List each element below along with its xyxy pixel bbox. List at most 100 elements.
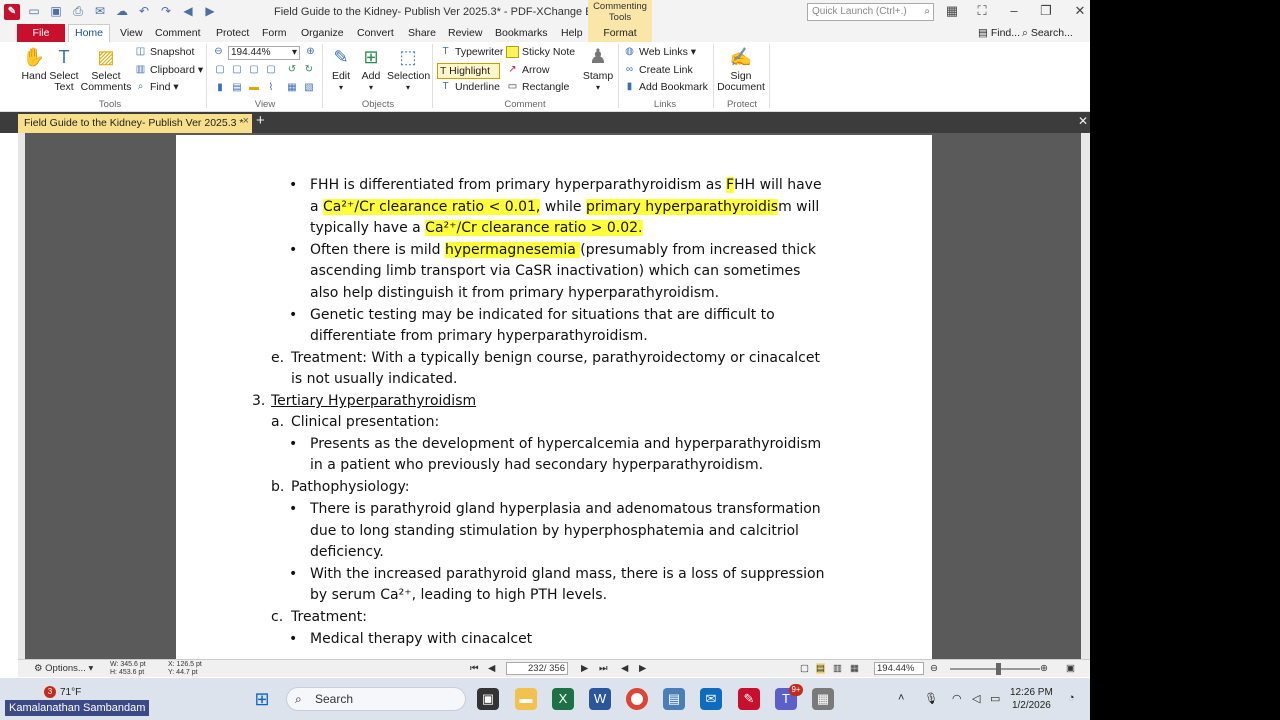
stamp-button[interactable]: ♟ Stamp ▾ [582,45,614,93]
selection-button[interactable]: ⬚ Selection ▾ [387,45,430,93]
edit-button[interactable]: ✎ Edit ▾ [326,45,356,93]
tab-form[interactable]: Form [262,27,287,39]
zoom-out-icon[interactable]: ⊖ [212,46,228,58]
excel-icon[interactable]: X [552,688,574,710]
pdf-xchange-taskbar-icon[interactable]: ✎ [738,688,760,710]
actual-size-icon[interactable]: ▢ [214,64,226,76]
highlight-button[interactable]: T Highlight [437,63,500,79]
next-view-icon[interactable]: ▶ [639,663,646,674]
highlight-annotation[interactable]: F [726,177,735,193]
clock[interactable]: 12:26 PM 1/2/2026 [1010,686,1053,712]
document-tab[interactable]: Field Guide to the Kidney- Publish Ver 2… [18,114,252,133]
select-comments-button[interactable]: ▨ Select Comments [80,45,132,93]
word-icon[interactable]: W [589,688,611,710]
two-pages-icon[interactable]: ▥ [833,663,842,674]
highlight-annotation[interactable]: Ca²⁺/Cr clearance ratio < 0.01, [323,199,541,215]
fit-width-icon[interactable]: ▢ [248,64,260,76]
page-number-input[interactable]: 232/ 356 [506,662,568,675]
status-zoom-select[interactable]: 194.44% [874,662,924,675]
pages-icon[interactable]: ▤ [231,82,243,94]
tab-protect[interactable]: Protect [216,27,249,39]
cloud-icon[interactable]: ☁ [114,3,130,19]
taskbar-search[interactable]: ⌕ Search [286,687,466,711]
task-view-icon[interactable]: ▣ [477,688,499,710]
fit-page-icon[interactable]: ▢ [231,64,243,76]
quick-launch-input[interactable]: Quick Launch (Ctrl+.) ⌕ [807,3,934,21]
side-panel-collapsed[interactable] [18,133,25,659]
zoom-slider[interactable] [950,663,1040,675]
highlight-annotation[interactable]: Ca²⁺/Cr clearance ratio > 0.02. [425,220,643,236]
tab-convert[interactable]: Convert [357,27,394,39]
back-icon[interactable]: ◀ [180,3,196,19]
open-folder-icon[interactable]: ▭ [26,3,42,19]
close-tab-icon[interactable]: × [243,112,249,130]
tab-view[interactable]: View [120,27,143,39]
typewriter-button[interactable]: T Typewriter [439,46,503,58]
highlight-annotation[interactable]: primary hyperparathyroidis [586,199,779,215]
web-links-button[interactable]: ◍ Web Links ▾ [623,46,696,58]
zoom-slider-thumb[interactable] [996,663,1001,675]
new-tab-icon[interactable]: + [256,112,265,129]
bookmark-icon[interactable]: ▮ [214,82,226,94]
last-page-icon[interactable]: ⏭ [599,663,608,674]
prev-page-icon[interactable]: ◀ [488,663,495,674]
rotate-left-icon[interactable]: ↺ [286,64,298,76]
status-zoom-out-icon[interactable]: ⊖ [930,663,938,674]
sign-document-button[interactable]: ✍ Sign Document [716,45,766,93]
volume-icon[interactable]: ◁ [972,692,980,705]
restore-button[interactable]: ❐ [1036,3,1056,19]
battery-icon[interactable]: ▭ [990,692,1000,705]
prev-view-icon[interactable]: ◀ [621,663,628,674]
first-page-icon[interactable]: ⏮ [470,663,479,674]
next-page-icon[interactable]: ▶ [581,663,588,674]
tab-review[interactable]: Review [448,27,482,39]
clipboard-button[interactable]: ▥ Clipboard ▾ [134,64,203,76]
close-button[interactable]: ✕ [1070,3,1090,19]
zoom-level-select[interactable]: 194.44% ▾ [228,46,300,60]
options-button[interactable]: ⚙ Options... ▾ [34,663,93,674]
properties-icon[interactable]: ▧ [303,82,315,94]
fit-visible-icon[interactable]: ▢ [265,64,277,76]
arrow-button[interactable]: ↗ Arrow [506,64,549,76]
snapshot-button[interactable]: ◫ Snapshot [134,46,195,58]
tab-bookmarks[interactable]: Bookmarks [495,27,548,39]
windows-start-icon[interactable]: ⊞ [251,688,273,710]
attachment-icon[interactable]: ⌇ [265,82,277,94]
vertical-scrollbar[interactable] [1081,133,1090,659]
sticky-note-button[interactable]: Sticky Note [506,46,575,59]
underline-button[interactable]: T Underline [439,81,500,93]
tab-share[interactable]: Share [408,27,436,39]
select-text-button[interactable]: T Select Text [49,45,79,93]
save-icon[interactable]: ▣ [48,3,64,19]
chevron-up-icon[interactable]: ˄ [898,692,904,704]
tab-comment[interactable]: Comment [155,27,201,39]
undo-icon[interactable]: ↶ [136,3,152,19]
display-settings-icon[interactable]: ▦ [942,3,962,19]
fullscreen-icon[interactable]: ⛶ [972,3,992,19]
forward-icon[interactable]: ▶ [202,3,218,19]
email-icon[interactable]: ✉ [92,3,108,19]
notification-icon[interactable]: ◔ [1068,692,1075,704]
tab-file[interactable]: File [17,24,65,42]
comments-icon[interactable]: ▬ [248,82,260,94]
calculator-icon[interactable]: ▦ [812,688,834,710]
rectangle-button[interactable]: ▭ Rectangle [506,81,570,93]
mail-icon[interactable]: ✉ [700,688,722,710]
file-explorer-icon[interactable]: ▬ [515,688,537,710]
chrome-icon[interactable] [626,688,648,710]
tab-home[interactable]: Home [68,24,110,43]
highlight-annotation[interactable]: hypermagnesemia [445,242,581,258]
two-continuous-icon[interactable]: ▦ [850,663,859,674]
zoom-in-icon[interactable]: ⊕ [304,46,320,58]
hand-tool-button[interactable]: ✋ Hand [20,45,48,82]
wifi-icon[interactable]: ◠ [952,692,962,705]
fullscreen-toggle-icon[interactable]: ▣ [1066,663,1075,674]
rotate-right-icon[interactable]: ↻ [303,64,315,76]
search-button[interactable]: ⌕ Search... [1022,27,1073,40]
redo-icon[interactable]: ↷ [158,3,174,19]
status-zoom-in-icon[interactable]: ⊕ [1040,663,1048,674]
app-icon[interactable]: ▤ [663,688,685,710]
continuous-icon[interactable]: ▤ [816,663,825,674]
single-page-icon[interactable]: ▢ [800,663,809,674]
close-all-icon[interactable]: ✕ [1078,114,1088,128]
